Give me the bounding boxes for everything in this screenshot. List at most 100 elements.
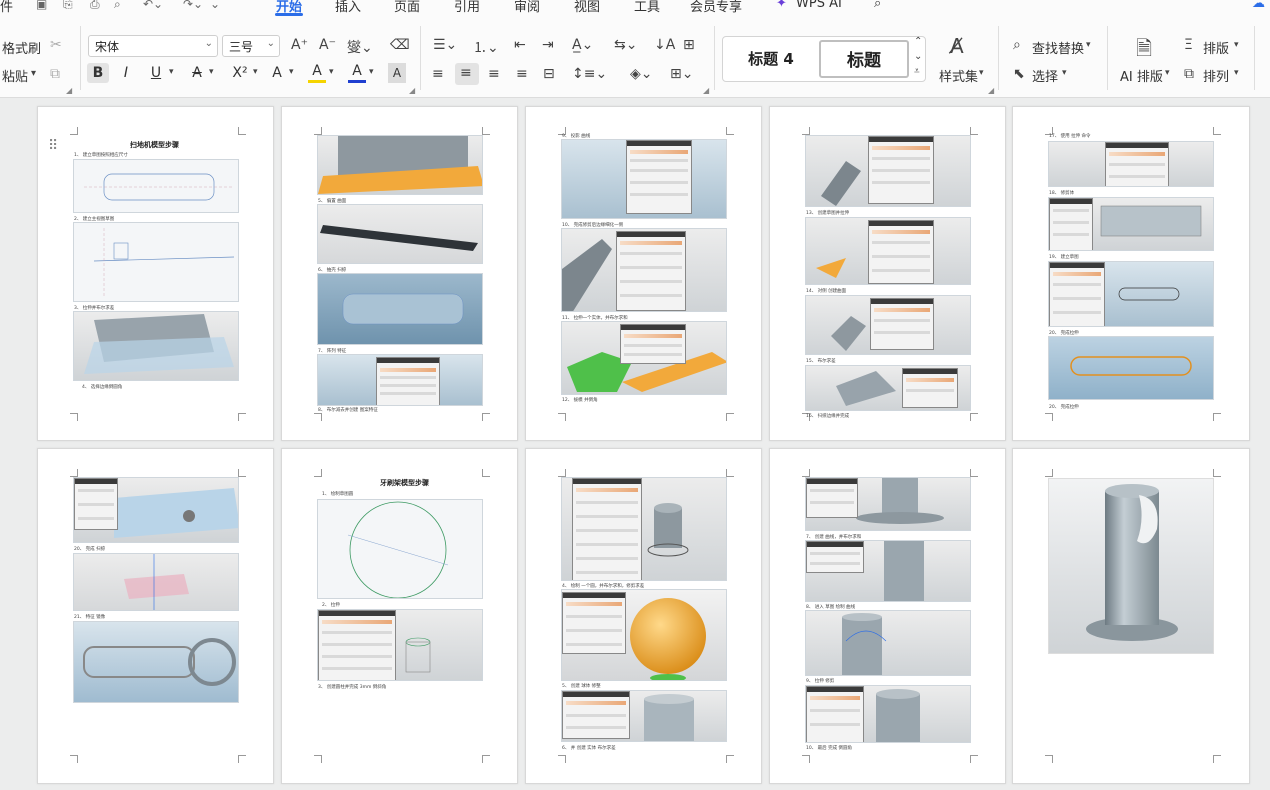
dialog-row bbox=[322, 631, 392, 634]
paragraph-launcher-icon[interactable]: ◢ bbox=[703, 86, 709, 95]
distribute-icon[interactable]: ⊟ bbox=[543, 66, 555, 82]
format-painter-button[interactable]: 格式刷 bbox=[2, 38, 41, 57]
select-cursor-icon: ⬉ bbox=[1013, 66, 1025, 82]
styles-launcher-icon[interactable]: ◢ bbox=[988, 86, 994, 95]
italic-button[interactable]: I bbox=[115, 63, 137, 83]
font-launcher-icon[interactable]: ◢ bbox=[409, 86, 415, 95]
select-button[interactable]: 选择 bbox=[1032, 66, 1058, 85]
styles-set-dropdown-icon[interactable]: ▾ bbox=[979, 68, 984, 78]
paste-button[interactable]: 粘贴 bbox=[2, 66, 28, 85]
crop-mark bbox=[1213, 127, 1221, 135]
paste-dropdown-icon[interactable]: ▾ bbox=[31, 68, 36, 79]
clipboard-launcher-icon[interactable]: ◢ bbox=[66, 86, 72, 95]
phonetic-guide-icon[interactable]: 燮⌄ bbox=[347, 37, 373, 57]
show-marks-icon[interactable]: ⊞ bbox=[683, 37, 695, 53]
print-preview-icon[interactable]: ⌕ bbox=[114, 0, 121, 12]
find-dropdown-icon[interactable]: ▾ bbox=[1086, 40, 1091, 50]
document-page-3[interactable]: 9、 投影 曲线 10、 完成修剪后边缘细化一侧 11、 拉伸一个实体，并布尔求… bbox=[525, 106, 762, 441]
text-effect-button[interactable]: A bbox=[266, 63, 288, 83]
style-heading-4[interactable]: 标题 4 bbox=[731, 40, 811, 78]
undo-icon[interactable]: ↶⌄ bbox=[143, 0, 163, 11]
sort-icon[interactable]: ↓A bbox=[654, 37, 675, 53]
styles-scroll-up-icon[interactable]: ⌃ bbox=[914, 36, 922, 47]
text-effect-dropdown-icon[interactable]: ▾ bbox=[289, 67, 294, 77]
ai-layout-button[interactable]: AI 排版 bbox=[1120, 66, 1163, 85]
font-name-select[interactable]: 宋体 ⌄ bbox=[88, 35, 218, 57]
cut-icon[interactable]: ✂ bbox=[50, 37, 62, 53]
superscript-dropdown-icon[interactable]: ▾ bbox=[253, 67, 258, 77]
line-spacing-icon[interactable]: ↕≡⌄ bbox=[572, 66, 607, 82]
document-page-4[interactable]: 13、 创建草图并拉伸 14、 对侧 创建曲面 15、 布尔求差 16、 扫掠边… bbox=[769, 106, 1006, 441]
tab-file[interactable]: 件 bbox=[0, 0, 13, 15]
tab-references[interactable]: 引用 bbox=[454, 0, 480, 15]
tab-wps-ai[interactable]: WPS AI bbox=[796, 0, 842, 11]
cloud-sync-icon[interactable]: ☁ bbox=[1252, 0, 1265, 11]
bold-button[interactable]: B bbox=[87, 63, 109, 83]
ai-layout-dropdown-icon[interactable]: ▾ bbox=[1165, 68, 1170, 78]
highlight-dropdown-icon[interactable]: ▾ bbox=[329, 67, 334, 77]
redo-icon[interactable]: ↷⌄ bbox=[183, 0, 203, 11]
styles-more-icon[interactable]: ⩡ bbox=[914, 66, 920, 77]
font-size-select[interactable]: 三号 ⌄ bbox=[222, 35, 280, 57]
clear-format-icon[interactable]: ⌫ bbox=[390, 37, 410, 53]
drag-handle-icon[interactable]: ⠿ bbox=[48, 138, 58, 154]
document-page-9[interactable]: 7、 创建 曲线，并布尔求和 8、 进入 草图 绘制 曲线 9、 拉伸 修剪 1… bbox=[769, 448, 1006, 784]
select-dropdown-icon[interactable]: ▾ bbox=[1062, 68, 1067, 78]
highlight-button[interactable]: A bbox=[306, 61, 328, 81]
align-center-button[interactable]: ≡ bbox=[455, 63, 479, 85]
arrange-dropdown-icon[interactable]: ▾ bbox=[1234, 68, 1239, 78]
document-page-5[interactable]: 17、 使用 拉伸 命令 18、 修剪体 19、 建立草图 20、 完成拉伸 2… bbox=[1012, 106, 1250, 441]
align-right-icon[interactable]: ≡ bbox=[488, 66, 500, 82]
export-icon[interactable]: ⎘ bbox=[63, 0, 73, 12]
document-page-6[interactable]: 20、 完成 扫掠 21、 特征 镜像 bbox=[37, 448, 274, 784]
model-screenshot bbox=[1048, 478, 1214, 654]
decrease-indent-icon[interactable]: ⇤ bbox=[514, 37, 526, 53]
bullet-list-icon[interactable]: ☰⌄ bbox=[433, 37, 457, 53]
superscript-button[interactable]: X² bbox=[227, 63, 253, 83]
layout-dropdown-icon[interactable]: ▾ bbox=[1234, 40, 1239, 50]
strikethrough-button[interactable]: A bbox=[186, 63, 208, 83]
copy-icon[interactable]: ⧉ bbox=[50, 66, 60, 82]
underline-dropdown-icon[interactable]: ▾ bbox=[169, 67, 174, 77]
underline-button[interactable]: U bbox=[145, 63, 167, 83]
tab-tools[interactable]: 工具 bbox=[634, 0, 660, 15]
font-color-dropdown-icon[interactable]: ▾ bbox=[369, 67, 374, 77]
tab-view[interactable]: 视图 bbox=[574, 0, 600, 15]
document-page-10[interactable] bbox=[1012, 448, 1250, 784]
find-replace-button[interactable]: 查找替换 bbox=[1032, 38, 1084, 57]
align-left-icon[interactable]: ≡ bbox=[432, 66, 444, 82]
numbered-list-icon[interactable]: ⒈⌄ bbox=[473, 37, 499, 57]
tab-member[interactable]: 会员专享 bbox=[690, 0, 742, 15]
ai-layout-icon[interactable]: 🗎 bbox=[1136, 34, 1152, 68]
increase-indent-icon[interactable]: ⇥ bbox=[542, 37, 554, 53]
styles-scroll-down-icon[interactable]: ⌄ bbox=[914, 51, 922, 62]
document-page-8[interactable]: 4、 绘制 一个圆，并布尔求和，修剪求差 5、 创建 球体 修整 6、 并 创建… bbox=[525, 448, 762, 784]
styles-set-button[interactable]: 样式集 bbox=[939, 66, 978, 85]
char-shading-button[interactable]: A bbox=[388, 63, 406, 83]
font-color-button[interactable]: A bbox=[346, 61, 368, 81]
style-heading[interactable]: 标题 bbox=[819, 40, 909, 78]
document-page-7[interactable]: 牙刷架模型步骤 1、 绘制草图圆 2、 拉伸 3、 创建圆柱并完成 3mm 倒斜… bbox=[281, 448, 518, 784]
dialog-row bbox=[630, 159, 688, 162]
text-direction-icon[interactable]: A̲⌄ bbox=[572, 37, 593, 53]
document-page-1[interactable]: 扫地机模型步骤 1、 建立草图按照相应尺寸 2、 建立主视图草图 3、 拉伸并布… bbox=[37, 106, 274, 441]
quick-access-more-icon[interactable]: ⌄ bbox=[210, 0, 220, 11]
shrink-font-icon[interactable]: A⁻ bbox=[319, 37, 336, 53]
borders-icon[interactable]: ⊞⌄ bbox=[670, 66, 693, 82]
layout-button[interactable]: 排版 bbox=[1203, 38, 1229, 57]
justify-icon[interactable]: ≡ bbox=[516, 66, 528, 82]
strikethrough-dropdown-icon[interactable]: ▾ bbox=[209, 67, 214, 77]
shading-icon[interactable]: ◈⌄ bbox=[630, 66, 653, 82]
tab-insert[interactable]: 插入 bbox=[335, 0, 361, 15]
document-canvas[interactable]: 扫地机模型步骤 1、 建立草图按照相应尺寸 2、 建立主视图草图 3、 拉伸并布… bbox=[0, 98, 1270, 790]
arrange-button[interactable]: 排列 bbox=[1203, 66, 1229, 85]
search-icon[interactable]: ⌕ bbox=[874, 0, 881, 11]
save-icon[interactable]: ▣ bbox=[36, 0, 47, 11]
grow-font-icon[interactable]: A⁺ bbox=[291, 37, 308, 53]
print-icon[interactable]: ⎙ bbox=[90, 0, 100, 12]
styles-set-icon[interactable]: A̸ bbox=[950, 34, 964, 58]
tab-review[interactable]: 审阅 bbox=[514, 0, 540, 15]
paragraph-sort-icon[interactable]: ⇆⌄ bbox=[614, 37, 637, 53]
tab-page[interactable]: 页面 bbox=[394, 0, 420, 15]
document-page-2[interactable]: 5、 偏置 曲面 6、 抽壳 扫掠 7、 阵列 特征 8、 布尔减去并创建 图案… bbox=[281, 106, 518, 441]
